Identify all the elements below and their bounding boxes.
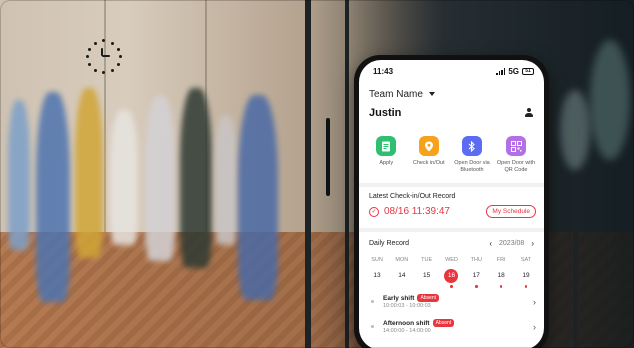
network-label: 5G xyxy=(508,66,519,76)
walking-person xyxy=(36,92,70,302)
status-bar: 11:43 5G 51 xyxy=(359,60,544,82)
record-dot xyxy=(401,285,404,288)
record-dot xyxy=(376,285,379,288)
latest-record-row: ✓ 08/16 11:39:47 My Schedule xyxy=(359,200,544,224)
user-name: Justin xyxy=(369,107,402,119)
shift-name: Afternoon shift xyxy=(383,319,430,327)
battery-icon: 51 xyxy=(522,67,534,75)
check-circle-icon: ✓ xyxy=(369,206,379,217)
shift-row-afternoon[interactable]: Afternoon shift Absent 14:00:00 - 14:00:… xyxy=(359,316,544,338)
absent-badge: Absent xyxy=(432,319,455,327)
check-in-out-label: Check in/Out xyxy=(412,160,445,166)
signal-icon xyxy=(496,67,506,75)
weekday-label: MON xyxy=(395,257,409,263)
open-door-bluetooth-label: Open Door via Bluetooth xyxy=(454,160,490,173)
record-dot xyxy=(450,285,453,288)
record-dot xyxy=(499,285,503,288)
day-number: 19 xyxy=(522,272,530,279)
day-number: 16 xyxy=(444,269,459,283)
record-dot xyxy=(524,285,528,288)
weekday-label: THU xyxy=(470,257,482,263)
day-number: 14 xyxy=(398,272,406,279)
weekday-header: SUN MON TUE WED THU FRI SAT xyxy=(359,251,544,263)
door-frame xyxy=(573,0,578,348)
record-dot xyxy=(475,285,478,288)
shift-row-early[interactable]: Early shift Absent 10:00:03 - 10:00:03 › xyxy=(359,291,544,313)
open-door-qr-button[interactable]: Open Door with QR Code xyxy=(494,136,538,173)
plant-reflection xyxy=(560,90,590,170)
weekday-label: WED xyxy=(445,257,458,263)
calendar-day[interactable]: 19 xyxy=(516,269,536,288)
battery-level: 51 xyxy=(525,67,531,74)
daily-record-title: Daily Record xyxy=(369,240,410,247)
apply-button[interactable]: Apply xyxy=(365,136,408,173)
shift-time: 14:00:00 - 14:00:00 xyxy=(383,328,431,334)
current-month: 2023/08 xyxy=(499,240,525,247)
weekday-label: TUE xyxy=(421,257,433,263)
calendar-day[interactable]: 15 xyxy=(417,269,437,288)
apply-label: Apply xyxy=(379,160,394,166)
weekday-label: SAT xyxy=(520,257,532,263)
latest-record-title: Latest Check-in/Out Record xyxy=(369,193,456,200)
chevron-left-icon[interactable]: ‹ xyxy=(489,239,492,248)
user-header: Justin xyxy=(359,102,544,124)
chevron-right-icon: › xyxy=(533,296,536,307)
day-number: 18 xyxy=(497,272,505,279)
calendar-day[interactable]: 13 xyxy=(367,269,387,288)
walking-person xyxy=(8,100,30,250)
walking-person xyxy=(215,115,237,245)
walking-person xyxy=(75,88,103,258)
door-frame xyxy=(305,0,311,348)
day-number: 15 xyxy=(423,272,431,279)
document-icon xyxy=(376,136,397,156)
month-navigator: ‹ 2023/08 › xyxy=(489,239,534,248)
calendar-day[interactable]: 18 xyxy=(491,269,511,288)
daily-record-header: Daily Record ‹ 2023/08 › xyxy=(359,232,544,251)
walking-person xyxy=(145,96,175,261)
weekday-label: SUN xyxy=(371,257,383,263)
quick-actions: Apply Check in/Out Open Door via Bluetoo… xyxy=(359,124,544,179)
bluetooth-icon xyxy=(462,136,482,156)
qr-code-icon xyxy=(506,136,526,156)
location-pin-icon xyxy=(418,136,439,156)
my-schedule-button[interactable]: My Schedule xyxy=(486,205,536,218)
chevron-right-icon[interactable]: › xyxy=(531,239,534,248)
absent-badge: Absent xyxy=(417,294,440,302)
team-name: Team Name xyxy=(369,88,423,100)
check-in-out-button[interactable]: Check in/Out xyxy=(408,136,451,173)
caret-down-icon xyxy=(428,92,435,96)
walking-person xyxy=(238,95,278,300)
open-door-qr-label: Open Door with QR Code xyxy=(496,160,536,173)
walking-person xyxy=(110,110,138,245)
chevron-right-icon: › xyxy=(533,321,536,332)
day-number: 17 xyxy=(472,272,480,279)
calendar-day[interactable]: 17 xyxy=(466,269,486,288)
record-dot xyxy=(425,285,428,288)
day-number: 13 xyxy=(373,272,381,279)
calendar-day[interactable]: 14 xyxy=(392,269,412,288)
app-screen: 11:43 5G 51 Team Name Justin Apply Check… xyxy=(359,60,544,348)
weekday-label: FRI xyxy=(496,257,506,263)
team-selector[interactable]: Team Name xyxy=(359,82,544,102)
timeline-dot xyxy=(371,299,374,303)
door-frame xyxy=(345,0,349,348)
plant-reflection xyxy=(590,40,630,160)
latest-record-time: 08/16 11:39:47 xyxy=(384,206,450,217)
calendar-day[interactable]: 16 xyxy=(441,269,461,288)
smartphone-frame: 11:43 5G 51 Team Name Justin Apply Check… xyxy=(354,55,549,348)
wall-clock-icon xyxy=(86,38,122,74)
week-days-row: 13 14 15 16 17 18 19 xyxy=(359,263,544,288)
shift-time: 10:00:03 - 10:00:03 xyxy=(383,303,431,309)
shift-name: Early shift xyxy=(383,294,415,302)
door-handle xyxy=(326,118,330,196)
timeline-dot xyxy=(371,324,374,328)
status-time: 11:43 xyxy=(373,66,394,76)
walking-person xyxy=(180,88,212,268)
open-door-bluetooth-button[interactable]: Open Door via Bluetooth xyxy=(450,136,494,173)
profile-icon[interactable] xyxy=(524,108,534,118)
